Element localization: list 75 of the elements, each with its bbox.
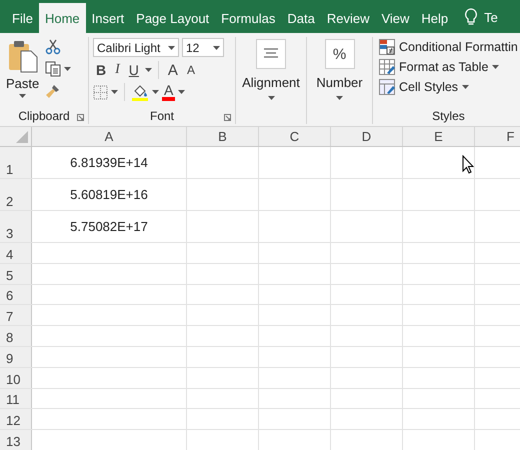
scissors-icon[interactable] (45, 39, 62, 55)
column-header[interactable]: A (32, 127, 187, 146)
font-name-dropdown[interactable]: Calibri Light (93, 38, 179, 57)
row-header[interactable]: 11 (0, 388, 32, 408)
align-lines-icon (256, 39, 286, 69)
underline-button[interactable]: U (126, 62, 142, 78)
ribbon-tab[interactable]: Home (38, 3, 86, 33)
column-header[interactable]: E (403, 127, 475, 146)
caret-icon (336, 96, 343, 100)
borders-icon[interactable] (93, 84, 108, 100)
caret-icon (462, 85, 470, 89)
styles-menu-item[interactable]: Cell Styles (379, 79, 518, 95)
italic-button[interactable]: I (112, 62, 123, 78)
row-header[interactable]: 10 (0, 368, 32, 388)
row-header[interactable]: 3 (0, 211, 32, 242)
caret-icon (152, 90, 159, 94)
styles-menu-item[interactable]: Format as Table (379, 59, 518, 75)
caret-icon (19, 94, 26, 98)
dialog-launcher-icon[interactable] (77, 114, 84, 121)
shrink-font-button[interactable]: A (184, 63, 198, 77)
grow-font-button[interactable]: A (164, 62, 181, 78)
row-header[interactable]: 1 (0, 147, 32, 178)
table-format-icon (379, 59, 395, 75)
number-format-button[interactable]: % Number (307, 37, 372, 101)
column-header[interactable]: B (187, 127, 259, 146)
column-header[interactable]: C (259, 127, 331, 146)
row-header[interactable]: 5 (0, 264, 32, 284)
copy-icon[interactable] (45, 61, 62, 77)
styles-menu-item[interactable]: Conditional Formattin (379, 39, 518, 55)
ribbon-tab[interactable]: Page Layout (130, 3, 216, 33)
caret-icon (111, 90, 118, 94)
column-header[interactable]: D (331, 127, 403, 146)
caret-icon (168, 46, 175, 50)
bold-button[interactable]: B (93, 62, 110, 78)
cell-styles-icon (379, 79, 395, 95)
ribbon-tab[interactable]: Insert (86, 3, 130, 33)
font-size-dropdown[interactable]: 12 (182, 38, 224, 57)
format-painter-icon[interactable] (45, 83, 62, 99)
caret-icon (178, 90, 186, 94)
caret-icon (144, 68, 152, 72)
ribbon-tab[interactable]: Formulas (215, 3, 282, 33)
cell-value: 6.81939E+14 (70, 155, 148, 170)
group-label: Clipboard (18, 109, 70, 123)
group-label: Font (150, 109, 174, 123)
mouse-pointer-icon (462, 155, 474, 174)
caret-icon (268, 96, 274, 100)
conditional-formatting-icon (379, 39, 395, 55)
caret-icon (64, 67, 72, 71)
dialog-launcher-icon[interactable] (224, 114, 231, 121)
ribbon-tab[interactable]: Help (415, 3, 454, 33)
column-header[interactable]: F (475, 127, 520, 146)
row-header[interactable]: 12 (0, 409, 32, 430)
tell-me-text[interactable]: Te (484, 3, 498, 33)
font-color-button[interactable]: A (162, 83, 176, 101)
row-header[interactable]: 6 (0, 284, 32, 304)
ribbon-tab[interactable]: Review (320, 3, 376, 33)
paste-button[interactable]: Paste (4, 37, 42, 108)
alignment-button[interactable]: Alignment (236, 37, 306, 101)
cell-value: 5.60819E+16 (70, 187, 148, 202)
row-header[interactable]: 2 (0, 179, 32, 210)
row-header[interactable]: 4 (0, 243, 32, 263)
caret-icon (492, 65, 500, 69)
row-header[interactable]: 8 (0, 326, 32, 346)
row-header[interactable]: 7 (0, 305, 32, 326)
ribbon-tab[interactable]: Data (281, 3, 321, 33)
clipboard-paste-icon (6, 39, 39, 73)
ribbon-tab[interactable]: View (375, 3, 416, 33)
cell-value: 5.75082E+17 (70, 219, 148, 234)
row-header[interactable]: 9 (0, 346, 32, 367)
lightbulb-icon[interactable] (464, 8, 478, 26)
group-label: Styles (432, 109, 465, 123)
ribbon-tab[interactable]: File (6, 3, 39, 33)
fill-color-icon[interactable] (131, 83, 149, 101)
row-header[interactable]: 13 (0, 430, 32, 450)
caret-icon (213, 46, 220, 50)
